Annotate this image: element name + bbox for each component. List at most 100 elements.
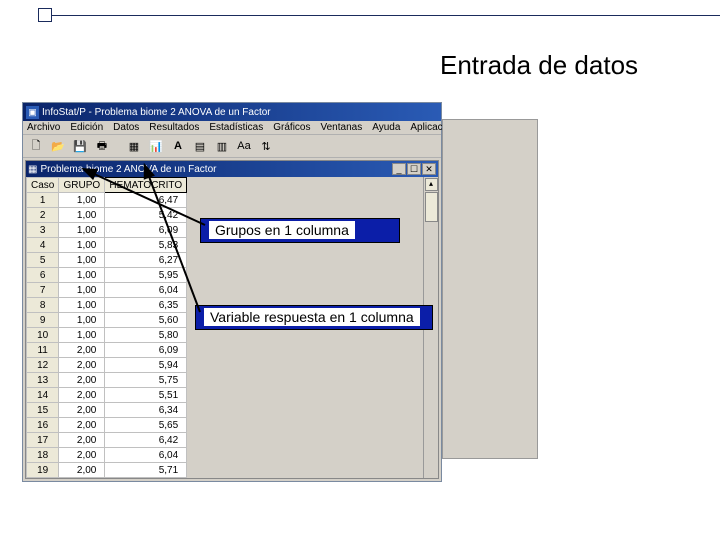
minimize-button[interactable]: _ xyxy=(392,163,406,175)
cell-hematocrito[interactable]: 6,35 xyxy=(105,298,187,313)
menu-edicion[interactable]: Edición xyxy=(70,122,103,133)
table-row[interactable]: 192,005,71 xyxy=(27,463,187,478)
tool-print-icon[interactable]: 🖶 xyxy=(93,137,111,155)
row-number[interactable]: 1 xyxy=(27,193,59,208)
cell-grupo[interactable]: 2,00 xyxy=(59,373,105,388)
tool-palette-icon[interactable]: ▤ xyxy=(191,137,209,155)
cell-hematocrito[interactable]: 6,34 xyxy=(105,403,187,418)
tool-open-icon[interactable]: 📂 xyxy=(49,137,67,155)
table-row[interactable]: 41,005,83 xyxy=(27,238,187,253)
tool-sheet-icon[interactable]: ▥ xyxy=(213,137,231,155)
cell-grupo[interactable]: 2,00 xyxy=(59,433,105,448)
menu-resultados[interactable]: Resultados xyxy=(149,122,199,133)
cell-hematocrito[interactable]: 5,75 xyxy=(105,373,187,388)
cell-grupo[interactable]: 1,00 xyxy=(59,328,105,343)
cell-hematocrito[interactable]: 5,65 xyxy=(105,418,187,433)
cell-grupo[interactable]: 2,00 xyxy=(59,343,105,358)
table-row[interactable]: 132,005,75 xyxy=(27,373,187,388)
row-number[interactable]: 16 xyxy=(27,418,59,433)
cell-grupo[interactable]: 2,00 xyxy=(59,358,105,373)
cell-grupo[interactable]: 1,00 xyxy=(59,313,105,328)
col-grupo[interactable]: GRUPO xyxy=(59,178,105,193)
table-row[interactable]: 112,006,09 xyxy=(27,343,187,358)
cell-hematocrito[interactable]: 5,42 xyxy=(105,208,187,223)
cell-grupo[interactable]: 2,00 xyxy=(59,463,105,478)
cell-hematocrito[interactable]: 5,51 xyxy=(105,388,187,403)
cell-grupo[interactable]: 1,00 xyxy=(59,253,105,268)
row-number[interactable]: 7 xyxy=(27,283,59,298)
menu-archivo[interactable]: Archivo xyxy=(27,122,60,133)
scroll-up-icon[interactable]: ▴ xyxy=(425,178,438,191)
cell-hematocrito[interactable]: 6,27 xyxy=(105,253,187,268)
cell-grupo[interactable]: 1,00 xyxy=(59,238,105,253)
cell-grupo[interactable]: 2,00 xyxy=(59,448,105,463)
row-number[interactable]: 13 xyxy=(27,373,59,388)
row-number[interactable]: 17 xyxy=(27,433,59,448)
cell-hematocrito[interactable]: 6,04 xyxy=(105,448,187,463)
close-button[interactable]: ✕ xyxy=(422,163,436,175)
tool-chart-icon[interactable]: 📊 xyxy=(147,137,165,155)
row-number[interactable]: 9 xyxy=(27,313,59,328)
cell-grupo[interactable]: 2,00 xyxy=(59,403,105,418)
cell-grupo[interactable]: 1,00 xyxy=(59,223,105,238)
cell-grupo[interactable]: 1,00 xyxy=(59,283,105,298)
cell-grupo[interactable]: 1,00 xyxy=(59,268,105,283)
tool-sort-icon[interactable]: ⇅ xyxy=(257,137,275,155)
menu-graficos[interactable]: Gráficos xyxy=(273,122,310,133)
menu-ayuda[interactable]: Ayuda xyxy=(372,122,400,133)
table-row[interactable]: 71,006,04 xyxy=(27,283,187,298)
menu-datos[interactable]: Datos xyxy=(113,122,139,133)
cell-grupo[interactable]: 1,00 xyxy=(59,193,105,208)
row-number[interactable]: 11 xyxy=(27,343,59,358)
row-number[interactable]: 6 xyxy=(27,268,59,283)
row-number[interactable]: 19 xyxy=(27,463,59,478)
cell-hematocrito[interactable]: 5,94 xyxy=(105,358,187,373)
cell-hematocrito[interactable]: 6,47 xyxy=(105,193,187,208)
col-case[interactable]: Caso xyxy=(27,178,59,193)
menu-ventanas[interactable]: Ventanas xyxy=(320,122,362,133)
cell-hematocrito[interactable]: 6,09 xyxy=(105,223,187,238)
cell-hematocrito[interactable]: 6,42 xyxy=(105,433,187,448)
cell-hematocrito[interactable]: 5,95 xyxy=(105,268,187,283)
cell-grupo[interactable]: 2,00 xyxy=(59,388,105,403)
row-number[interactable]: 12 xyxy=(27,358,59,373)
row-number[interactable]: 10 xyxy=(27,328,59,343)
cell-hematocrito[interactable]: 5,83 xyxy=(105,238,187,253)
row-number[interactable]: 2 xyxy=(27,208,59,223)
row-number[interactable]: 15 xyxy=(27,403,59,418)
tool-table-icon[interactable]: ▦ xyxy=(125,137,143,155)
table-row[interactable]: 91,005,60 xyxy=(27,313,187,328)
table-row[interactable]: 81,006,35 xyxy=(27,298,187,313)
table-row[interactable]: 11,006,47 xyxy=(27,193,187,208)
table-row[interactable]: 142,005,51 xyxy=(27,388,187,403)
row-number[interactable]: 3 xyxy=(27,223,59,238)
tool-font-icon[interactable]: Aa xyxy=(235,137,253,155)
cell-grupo[interactable]: 2,00 xyxy=(59,418,105,433)
table-row[interactable]: 51,006,27 xyxy=(27,253,187,268)
tool-text-a-icon[interactable]: A xyxy=(169,137,187,155)
table-row[interactable]: 182,006,04 xyxy=(27,448,187,463)
cell-hematocrito[interactable]: 5,80 xyxy=(105,328,187,343)
cell-hematocrito[interactable]: 5,71 xyxy=(105,463,187,478)
table-row[interactable]: 61,005,95 xyxy=(27,268,187,283)
tool-save-icon[interactable]: 💾 xyxy=(71,137,89,155)
cell-hematocrito[interactable]: 5,60 xyxy=(105,313,187,328)
row-number[interactable]: 14 xyxy=(27,388,59,403)
cell-grupo[interactable]: 1,00 xyxy=(59,298,105,313)
cell-hematocrito[interactable]: 6,09 xyxy=(105,343,187,358)
table-row[interactable]: 21,005,42 xyxy=(27,208,187,223)
tool-new-icon[interactable]: 🗋 xyxy=(27,137,45,155)
table-row[interactable]: 101,005,80 xyxy=(27,328,187,343)
menu-estadisticas[interactable]: Estadísticas xyxy=(209,122,263,133)
row-number[interactable]: 5 xyxy=(27,253,59,268)
col-hematocrito[interactable]: HEMATOCRITO xyxy=(105,178,187,193)
table-row[interactable]: 172,006,42 xyxy=(27,433,187,448)
row-number[interactable]: 4 xyxy=(27,238,59,253)
table-row[interactable]: 31,006,09 xyxy=(27,223,187,238)
table-row[interactable]: 152,006,34 xyxy=(27,403,187,418)
row-number[interactable]: 8 xyxy=(27,298,59,313)
scroll-thumb[interactable] xyxy=(425,192,438,222)
table-row[interactable]: 162,005,65 xyxy=(27,418,187,433)
data-grid[interactable]: Caso GRUPO HEMATOCRITO 11,006,4721,005,4… xyxy=(26,177,187,478)
cell-hematocrito[interactable]: 6,04 xyxy=(105,283,187,298)
